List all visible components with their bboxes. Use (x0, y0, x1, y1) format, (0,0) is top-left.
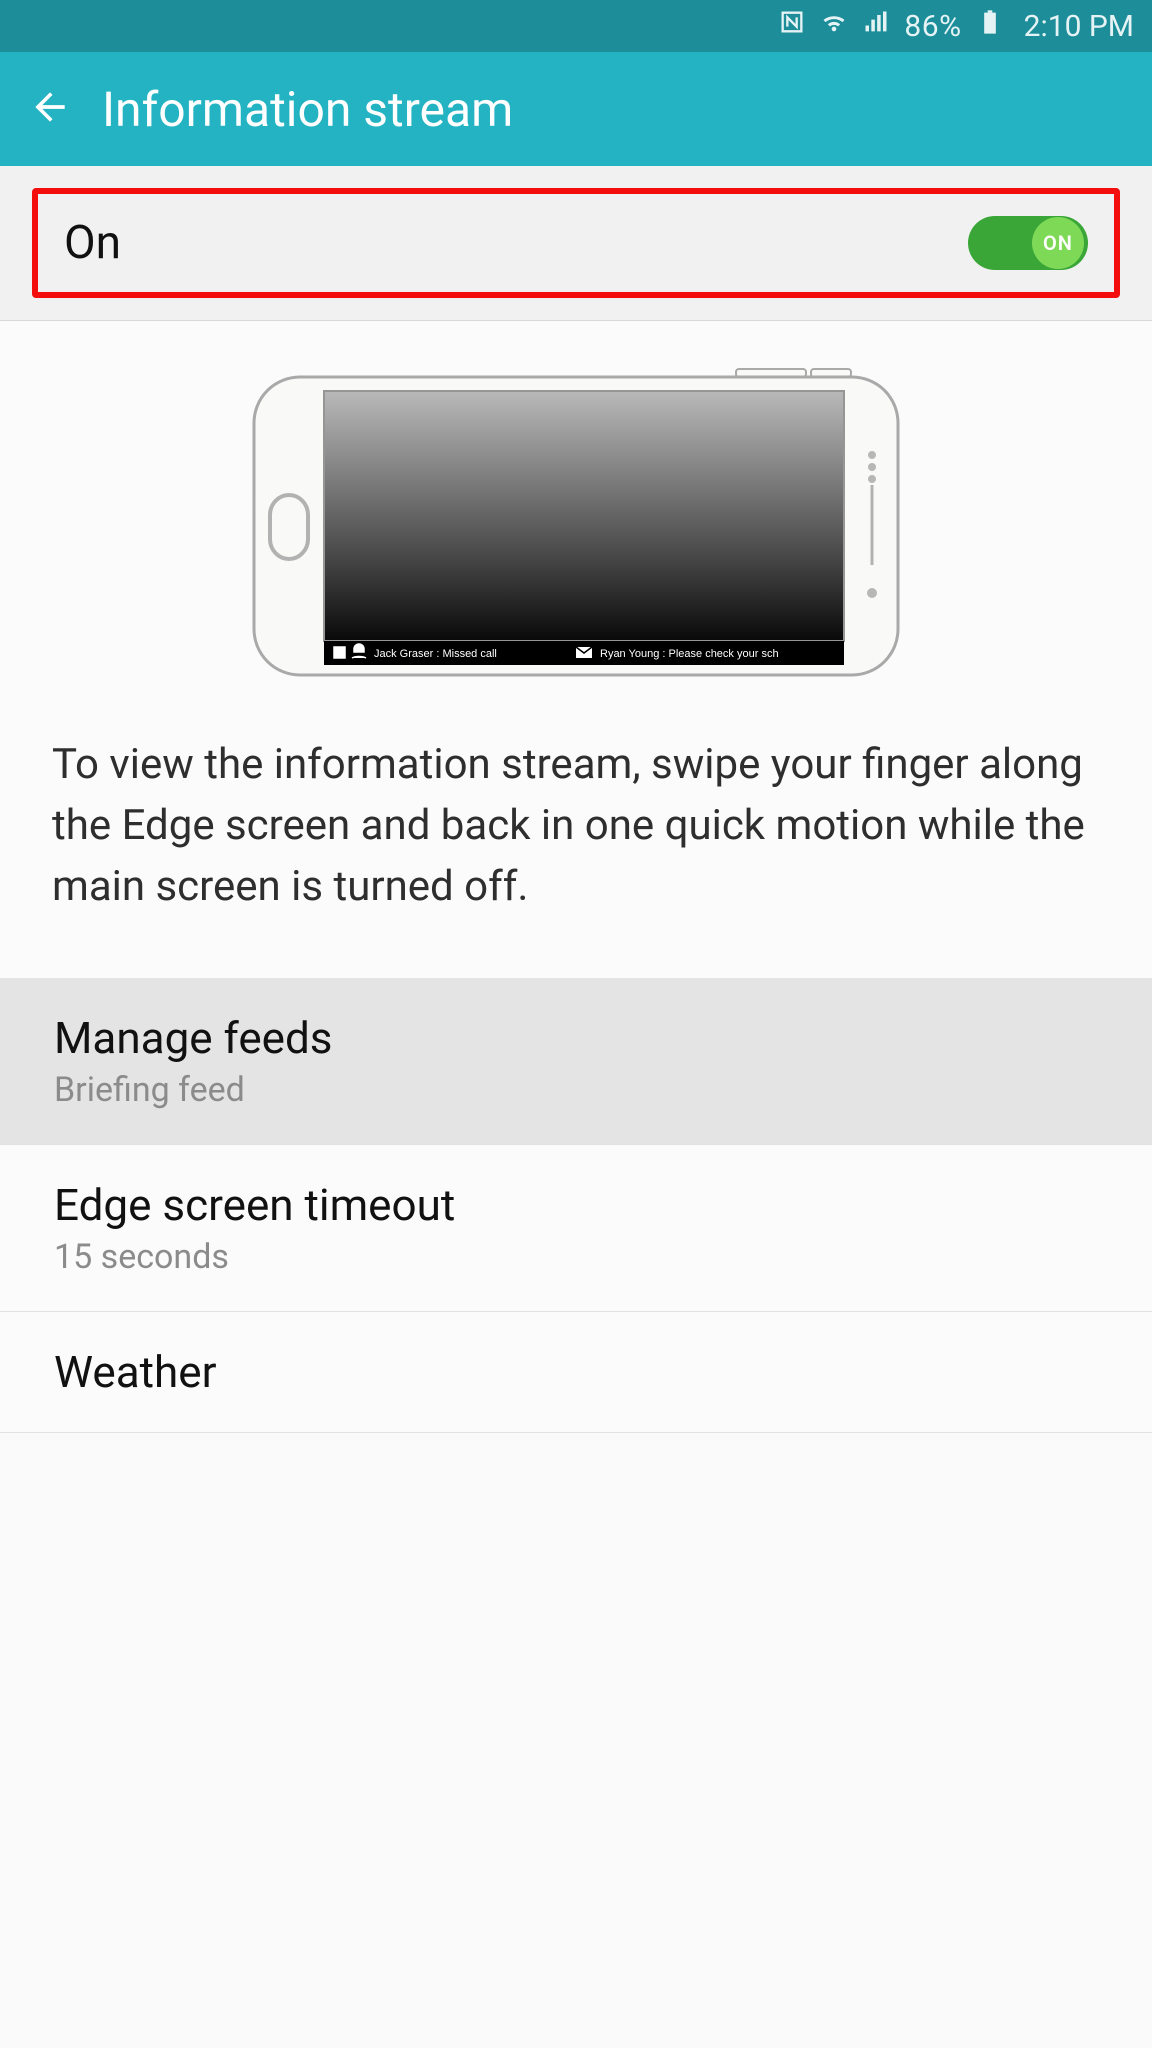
master-toggle-row[interactable]: On ON (32, 188, 1120, 298)
setting-subtitle: 15 seconds (54, 1237, 1098, 1277)
setting-weather[interactable]: Weather (0, 1312, 1152, 1433)
phone-illustration: Jack Graser : Missed call Ryan Young : P… (246, 365, 906, 685)
app-bar: Information stream (0, 52, 1152, 166)
setting-title: Weather (54, 1346, 1098, 1398)
master-toggle-section: On ON (0, 166, 1152, 321)
setting-manage-feeds[interactable]: Manage feeds Briefing feed (0, 978, 1152, 1145)
status-bar: 86% 2:10 PM (0, 0, 1152, 52)
master-toggle-label: On (64, 216, 121, 270)
description-text: To view the information stream, swipe yo… (0, 705, 1152, 978)
setting-edge-timeout[interactable]: Edge screen timeout 15 seconds (0, 1145, 1152, 1312)
master-toggle-switch[interactable]: ON (968, 216, 1088, 270)
battery-icon (976, 8, 1004, 44)
setting-title: Edge screen timeout (54, 1179, 1098, 1231)
back-icon[interactable] (28, 85, 72, 133)
setting-subtitle: Briefing feed (54, 1070, 1098, 1110)
page-title: Information stream (102, 81, 513, 138)
setting-title: Manage feeds (54, 1012, 1098, 1064)
ticker-item-2: Ryan Young : Please check your sch (600, 648, 779, 660)
nfc-icon (778, 8, 806, 44)
battery-percent: 86% (904, 9, 961, 44)
switch-knob: ON (1032, 217, 1084, 269)
wifi-icon (820, 8, 848, 44)
signal-icon (862, 8, 890, 44)
status-time: 2:10 PM (1024, 9, 1134, 44)
ticker-item-1: Jack Graser : Missed call (374, 648, 497, 660)
preview-illustration: Jack Graser : Missed call Ryan Young : P… (0, 321, 1152, 705)
